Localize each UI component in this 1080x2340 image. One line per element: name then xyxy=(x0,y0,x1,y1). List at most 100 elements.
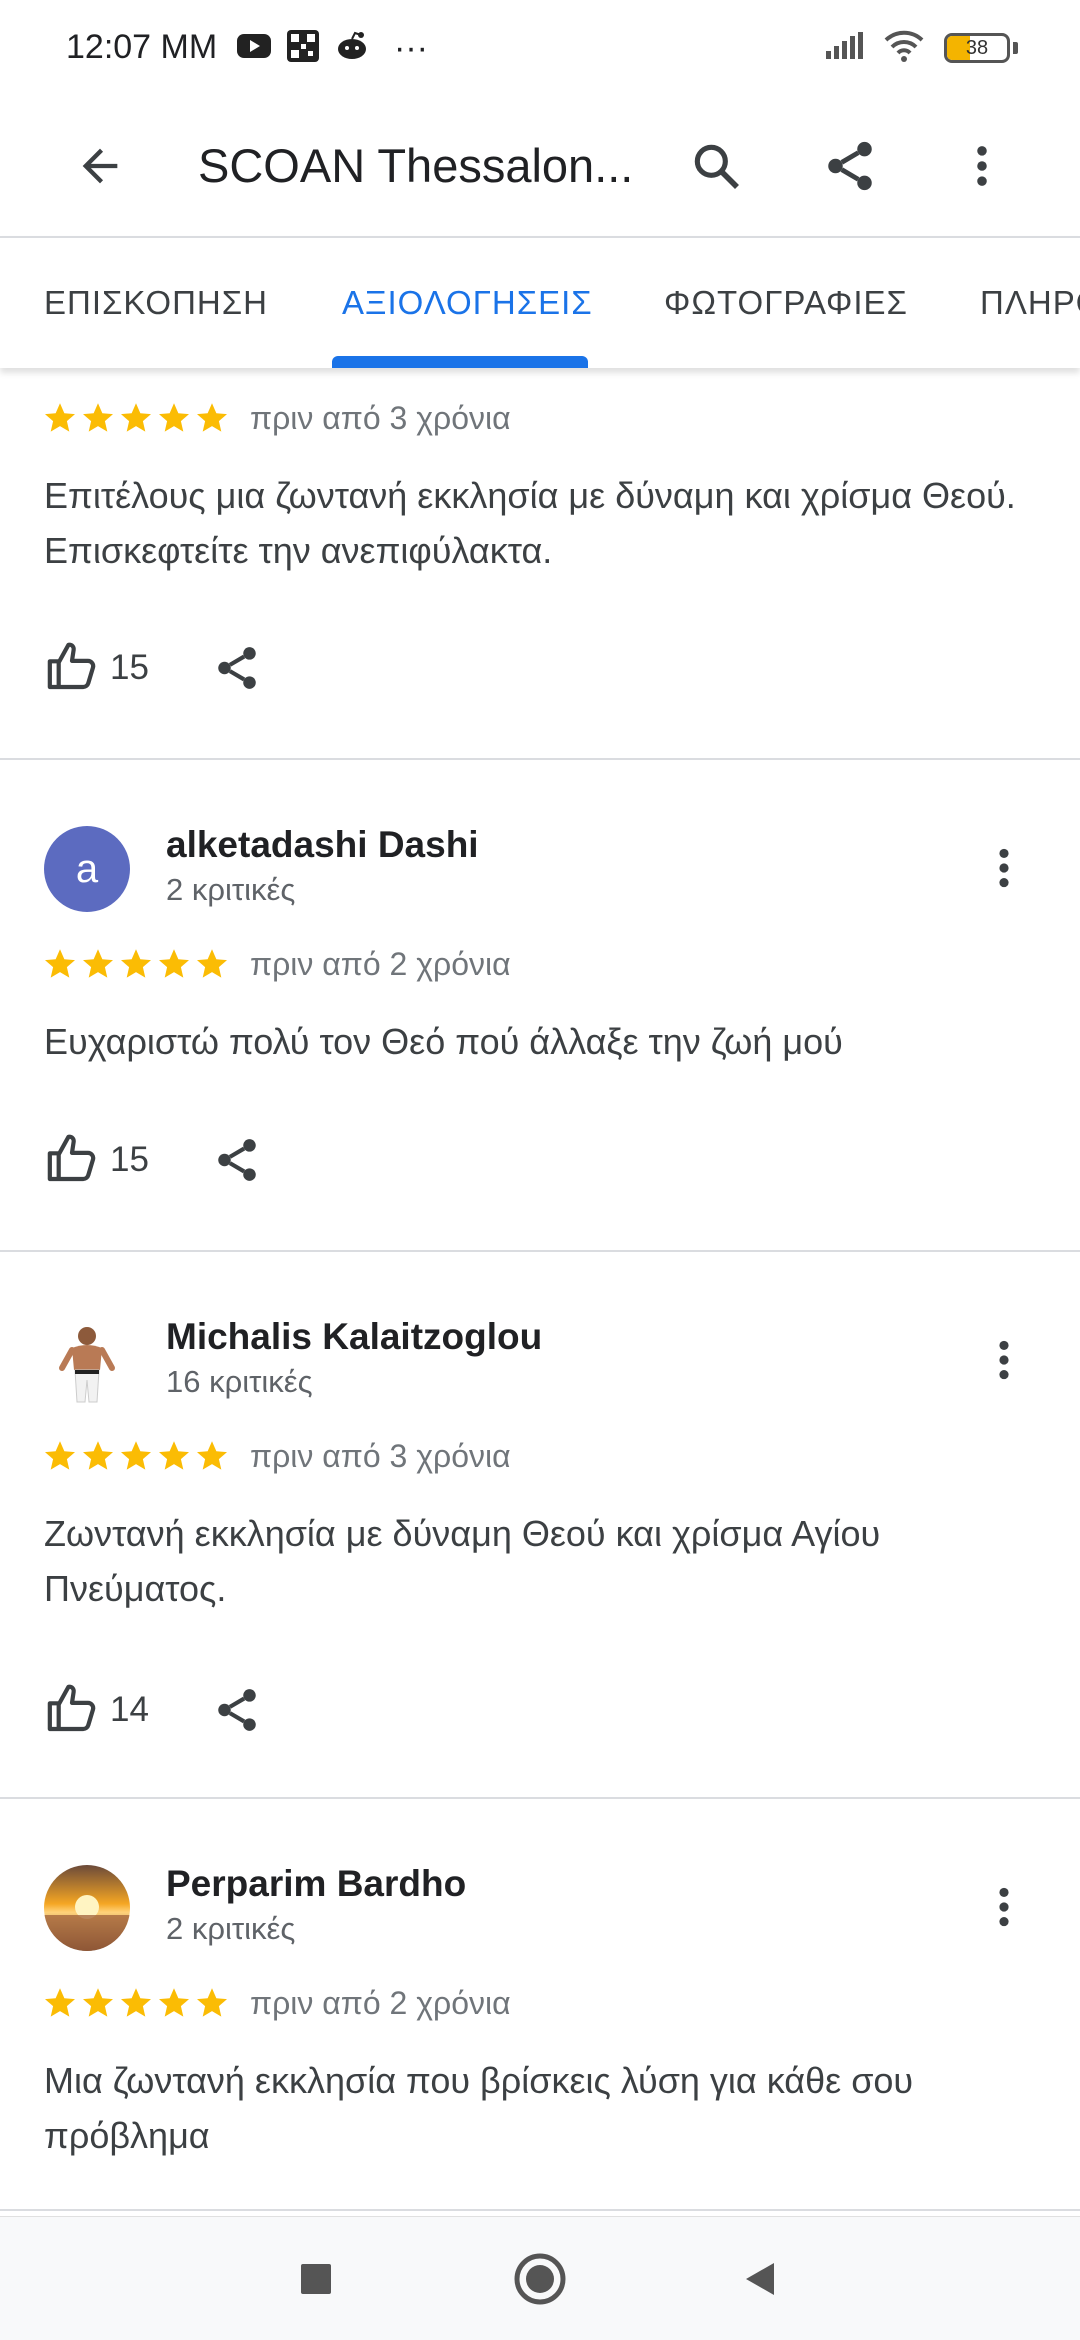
star-icon xyxy=(80,946,116,982)
like-count: 15 xyxy=(110,1140,149,1179)
more-vert-icon xyxy=(979,843,1029,893)
star-icon xyxy=(194,1985,230,2021)
like-count: 14 xyxy=(110,1690,149,1729)
back-button[interactable] xyxy=(64,130,136,202)
star-icon xyxy=(156,1985,192,2021)
review-time: πριν από 2 χρόνια xyxy=(250,945,511,982)
nav-back-button[interactable] xyxy=(728,2247,792,2311)
review-author[interactable]: Perparim Bardho xyxy=(166,1863,466,1905)
star-icon xyxy=(42,1438,78,1474)
home-button[interactable] xyxy=(508,2247,572,2311)
page-title: SCOAN Thessalon... xyxy=(198,139,634,192)
review-share-button[interactable] xyxy=(212,1685,262,1735)
review-author[interactable]: Michalis Kalaitzoglou xyxy=(166,1316,542,1358)
star-icon xyxy=(118,400,154,436)
tab-overview[interactable]: ΕΠΙΣΚΟΠΗΣΗ xyxy=(44,238,268,368)
qr-app-icon xyxy=(286,29,320,68)
star-rating xyxy=(42,400,230,436)
more-notifications-indicator: ··· xyxy=(394,28,428,67)
star-icon xyxy=(42,946,78,982)
search-button[interactable] xyxy=(680,130,752,202)
review-author[interactable]: alketadashi Dashi xyxy=(166,824,479,866)
system-nav-bar xyxy=(0,2216,1080,2340)
review-card: Michalis Kalaitzoglou 16 κριτικές πριν α… xyxy=(0,1252,1080,1799)
search-icon xyxy=(694,144,739,189)
review-time: πριν από 2 χρόνια xyxy=(250,1984,511,2021)
review-text: Μια ζωντανή εκκλησία που βρίσκεις λύση γ… xyxy=(44,2060,914,2156)
thumb-up-icon xyxy=(44,1130,100,1186)
like-button[interactable] xyxy=(44,638,100,699)
star-icon xyxy=(194,1438,230,1474)
youtube-icon xyxy=(236,32,272,65)
star-icon xyxy=(118,1438,154,1474)
more-vert-icon xyxy=(979,1882,1029,1932)
avatar[interactable] xyxy=(44,1318,130,1404)
avatar[interactable] xyxy=(44,1865,130,1951)
more-vert-icon xyxy=(956,140,1008,192)
star-icon xyxy=(118,1985,154,2021)
review-actions: 15 xyxy=(44,1130,262,1190)
share-icon xyxy=(821,137,879,195)
star-icon xyxy=(156,1438,192,1474)
like-button[interactable] xyxy=(44,1130,100,1191)
avatar-image xyxy=(59,1327,115,1403)
recents-square-icon xyxy=(301,2264,331,2294)
review-count: 2 κριτικές xyxy=(166,872,296,907)
review-text: Επιτέλους μια ζωντανή εκκλησία με δύναμη… xyxy=(44,475,1016,571)
review-actions: 15 xyxy=(44,638,262,698)
recents-button[interactable] xyxy=(284,2247,348,2311)
share-button[interactable] xyxy=(814,130,886,202)
review-rating: πριν από 3 χρόνια xyxy=(42,396,511,440)
thumb-up-icon xyxy=(44,638,100,694)
review-more-button[interactable] xyxy=(968,1324,1040,1396)
share-icon xyxy=(212,1135,262,1185)
thumb-up-icon xyxy=(44,1680,100,1736)
battery-level: 38 xyxy=(965,37,989,59)
avatar[interactable]: a xyxy=(44,826,130,912)
avatar-image xyxy=(44,1865,130,1951)
app-bar: SCOAN Thessalon... xyxy=(0,96,1080,236)
review-text: Ευχαριστώ πολύ τον Θεό πού άλλαξε την ζω… xyxy=(44,1021,843,1062)
reddit-icon xyxy=(334,30,370,67)
status-system-icons: 38 xyxy=(824,28,1018,68)
review-count: 16 κριτικές xyxy=(166,1364,313,1399)
star-rating xyxy=(42,1438,230,1474)
star-icon xyxy=(156,946,192,982)
home-circle-icon xyxy=(514,2253,566,2305)
star-rating xyxy=(42,946,230,982)
review-time: πριν από 3 χρόνια xyxy=(250,1437,511,1474)
review-rating: πριν από 3 χρόνια xyxy=(42,1434,511,1478)
active-tab-indicator xyxy=(332,356,588,368)
back-arrow-icon xyxy=(82,148,118,184)
review-rating: πριν από 2 χρόνια xyxy=(42,942,511,986)
back-triangle-icon xyxy=(746,2263,774,2295)
tab-photos[interactable]: ΦΩΤΟΓΡΑΦΙΕΣ xyxy=(664,238,908,368)
star-icon xyxy=(80,400,116,436)
tab-bar: ΕΠΙΣΚΟΠΗΣΗ ΑΞΙΟΛΟΓΗΣΕΙΣ ΦΩΤΟΓΡΑΦΙΕΣ ΠΛΗΡ… xyxy=(0,236,1080,368)
review-more-button[interactable] xyxy=(968,832,1040,904)
review-text: Ζωντανή εκκλησία με δύναμη Θεού και χρίσ… xyxy=(44,1513,881,1609)
more-options-button[interactable] xyxy=(946,130,1018,202)
status-time: 12:07 ΜΜ xyxy=(66,28,218,66)
tab-info[interactable]: ΠΛΗΡΟ xyxy=(980,238,1080,368)
star-icon xyxy=(118,946,154,982)
signal-icon xyxy=(824,31,864,66)
more-vert-icon xyxy=(979,1335,1029,1385)
share-icon xyxy=(212,1685,262,1735)
like-count: 15 xyxy=(110,648,149,687)
star-icon xyxy=(156,400,192,436)
review-count: 2 κριτικές xyxy=(166,1911,296,1946)
review-share-button[interactable] xyxy=(212,1135,262,1185)
battery-icon: 38 xyxy=(944,33,1010,63)
star-icon xyxy=(80,1438,116,1474)
like-button[interactable] xyxy=(44,1680,100,1741)
review-more-button[interactable] xyxy=(968,1871,1040,1943)
review-card: πριν από 3 χρόνια Επιτέλους μια ζωντανή … xyxy=(0,368,1080,760)
review-card: Perparim Bardho 2 κριτικές πριν από 2 χρ… xyxy=(0,1799,1080,2211)
status-bar: 12:07 ΜΜ ··· 38 xyxy=(0,0,1080,96)
tab-reviews[interactable]: ΑΞΙΟΛΟΓΗΣΕΙΣ xyxy=(342,238,593,368)
star-rating xyxy=(42,1985,230,2021)
star-icon xyxy=(42,1985,78,2021)
review-share-button[interactable] xyxy=(212,643,262,693)
wifi-icon xyxy=(884,30,924,67)
